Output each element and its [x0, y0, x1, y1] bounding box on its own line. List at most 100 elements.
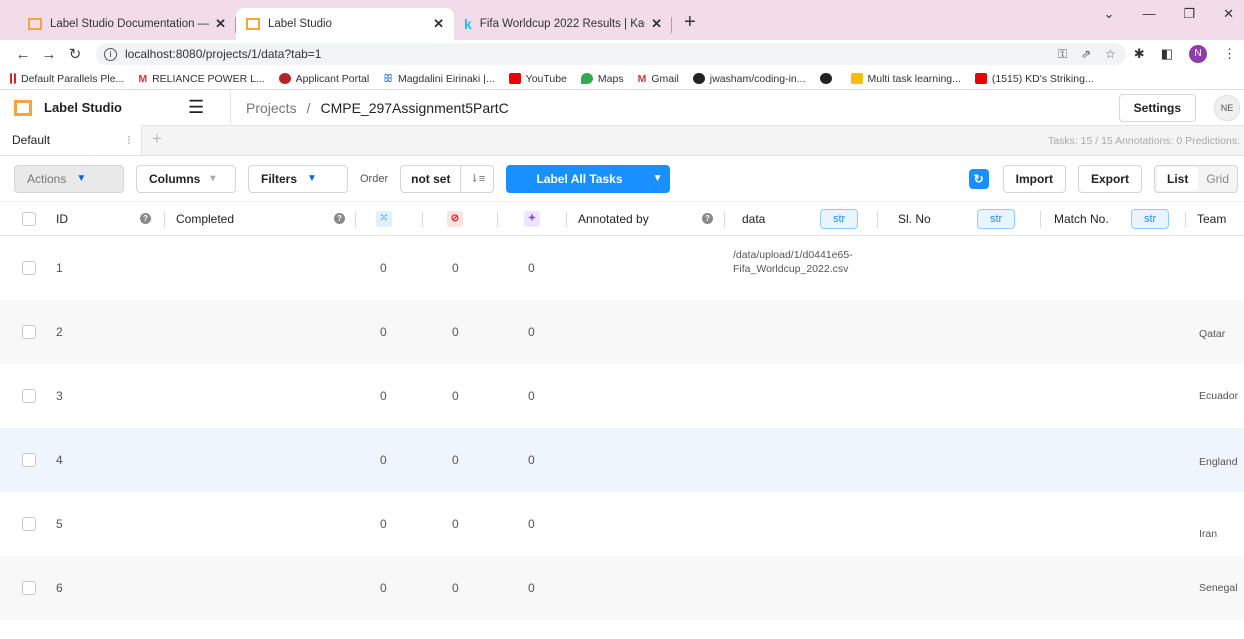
settings-button[interactable]: Settings [1118, 93, 1196, 122]
table-row[interactable]: 1 0 0 0 /data/upload/1/d0441e65-Fifa_Wor… [0, 236, 1244, 300]
profile-avatar[interactable]: N [1189, 45, 1207, 63]
type-badge-str[interactable]: str [1131, 209, 1170, 229]
predictions-count-icon[interactable]: ✦ [524, 210, 540, 227]
column-header-sl-no[interactable]: Sl. No [898, 212, 931, 226]
label-studio-logo-icon [14, 99, 32, 116]
refresh-icon[interactable]: ↻ [968, 168, 989, 189]
table-row[interactable]: 4 0 0 0 England [0, 428, 1244, 492]
new-tab-button[interactable]: + [672, 11, 696, 40]
column-header-annotated-by[interactable]: Annotated by [578, 212, 649, 226]
column-header-team[interactable]: Team [1197, 212, 1226, 226]
row-checkbox[interactable] [22, 261, 36, 275]
close-window-icon[interactable]: ✕ [1223, 6, 1234, 22]
star-icon[interactable]: ☆ [1105, 47, 1116, 62]
type-badge-str[interactable]: str [820, 209, 859, 229]
hamburger-menu-icon[interactable]: ☰ [188, 97, 208, 118]
table-row[interactable]: 3 0 0 0 Ecuador [0, 364, 1244, 428]
browser-tab-bar: Label Studio Documentation — ✕ Label Stu… [0, 0, 1244, 40]
table-row[interactable]: 2 0 0 0 Qatar [0, 300, 1244, 364]
bookmarks-bar: Default Parallels Ple... M RELIANCE POWER… [0, 68, 1244, 90]
share-icon[interactable]: ⇗ [1081, 47, 1091, 62]
close-icon[interactable]: ✕ [651, 16, 662, 32]
row-checkbox[interactable] [22, 389, 36, 403]
window-controls: ⌄ — ❐ ✕ [1104, 6, 1244, 22]
column-header-id[interactable]: ID [56, 212, 68, 226]
bookmark-multitask[interactable]: Multi task learning... [850, 73, 961, 85]
forward-icon[interactable]: → [36, 46, 62, 63]
reload-icon[interactable]: ↻ [62, 45, 88, 63]
import-button[interactable]: Import [1002, 164, 1066, 193]
label-studio-favicon [28, 18, 42, 30]
app-logo[interactable]: Label Studio [0, 99, 188, 116]
restore-icon[interactable]: ❐ [1183, 6, 1195, 22]
tab-search-icon[interactable]: ⌄ [1104, 6, 1115, 22]
bookmark-youtube[interactable]: YouTube [508, 73, 567, 85]
cell-predictions: 0 [528, 581, 535, 595]
export-button[interactable]: Export [1077, 164, 1142, 193]
maps-pin-icon [580, 73, 593, 84]
cell-annotations: 0 [380, 261, 387, 275]
user-avatar[interactable]: NE [1214, 94, 1240, 121]
order-label: Order [360, 172, 389, 185]
table-row[interactable]: 6 0 0 0 Senegal [0, 556, 1244, 620]
row-checkbox[interactable] [22, 517, 36, 531]
row-checkbox[interactable] [22, 581, 36, 595]
label-all-tasks-button[interactable]: Label All Tasks ▼ [506, 164, 671, 193]
list-view-button[interactable]: List [1156, 166, 1199, 191]
bookmark-kd-striking[interactable]: (1515) KD's Striking... [974, 73, 1094, 85]
column-header-completed[interactable]: Completed [176, 212, 234, 226]
sidepanel-icon[interactable]: ◧ [1161, 46, 1173, 62]
grid-view-button[interactable]: Grid [1198, 172, 1237, 186]
annotations-count-icon[interactable]: ⁙ [376, 210, 392, 227]
help-icon[interactable]: ? [702, 213, 713, 224]
info-icon[interactable]: i [104, 47, 117, 61]
bookmark-maps[interactable]: Maps [580, 73, 624, 85]
select-all-checkbox[interactable] [22, 211, 36, 226]
type-badge-str[interactable]: str [977, 209, 1016, 229]
bookmark-magdalini[interactable]: ꕥ Magdalini Eirinaki |... [383, 73, 494, 86]
key-icon[interactable]: ⚿ [1058, 47, 1067, 62]
back-icon[interactable]: ← [10, 46, 36, 63]
tab-default[interactable]: Default ⁝ [0, 125, 142, 155]
bookmark-reliance[interactable]: M RELIANCE POWER L... [138, 73, 264, 86]
shield-icon [278, 73, 291, 84]
column-header-match-no[interactable]: Match No. [1054, 212, 1109, 226]
actions-button[interactable]: Actions ▼ [14, 164, 124, 193]
address-bar-row: ← → ↻ i localhost:8080/projects/1/data?t… [0, 40, 1244, 68]
row-checkbox[interactable] [22, 325, 36, 339]
help-icon[interactable]: ? [140, 213, 151, 224]
bookmark-gmail[interactable]: M Gmail [638, 73, 679, 86]
column-divider [422, 211, 423, 228]
caret-down-icon: ▾ [210, 173, 216, 184]
columns-button[interactable]: Columns ▾ [136, 164, 236, 193]
tab-options-icon[interactable]: ⁝ [127, 133, 131, 147]
github-icon [692, 73, 705, 84]
app-header: Label Studio ☰ Projects / CMPE_297Assign… [0, 89, 1244, 126]
url-bar[interactable]: i localhost:8080/projects/1/data?tab=1 ⚿… [96, 43, 1126, 65]
filters-button[interactable]: Filters ▼ [248, 164, 348, 193]
chevron-down-icon: ▼ [307, 173, 317, 184]
column-header-data[interactable]: data [742, 212, 765, 226]
bookmark-jwasham[interactable]: jwasham/coding-in... [692, 73, 806, 85]
close-icon[interactable]: ✕ [215, 16, 226, 32]
bookmark-github[interactable] [819, 73, 837, 84]
add-tab-button[interactable]: + [142, 129, 162, 155]
chevron-down-icon[interactable]: ▼ [653, 173, 663, 184]
breadcrumb-projects[interactable]: Projects [246, 100, 297, 116]
row-checkbox[interactable] [22, 453, 36, 467]
bookmark-applicant-portal[interactable]: Applicant Portal [278, 73, 369, 85]
cancelled-count-icon[interactable]: ⊘ [447, 210, 463, 227]
bookmark-parallels[interactable]: Default Parallels Ple... [10, 73, 124, 85]
browser-tab-docs[interactable]: Label Studio Documentation — ✕ [18, 8, 236, 40]
table-row[interactable]: 5 0 0 0 Iran [0, 492, 1244, 556]
minimize-icon[interactable]: — [1142, 6, 1155, 22]
help-icon[interactable]: ? [334, 213, 345, 224]
browser-tab-label-studio[interactable]: Label Studio ✕ [236, 8, 454, 40]
puzzle-icon[interactable]: ✱ [1134, 46, 1145, 62]
order-select[interactable]: not set ⇂≡ [400, 164, 495, 193]
scholar-icon: ꕥ [383, 73, 393, 85]
close-icon[interactable]: ✕ [433, 16, 444, 32]
sort-direction-icon[interactable]: ⇂≡ [461, 172, 493, 185]
browser-tab-kaggle[interactable]: k Fifa Worldcup 2022 Results | Kag ✕ [454, 8, 672, 40]
menu-icon[interactable]: ⋮ [1223, 46, 1236, 62]
